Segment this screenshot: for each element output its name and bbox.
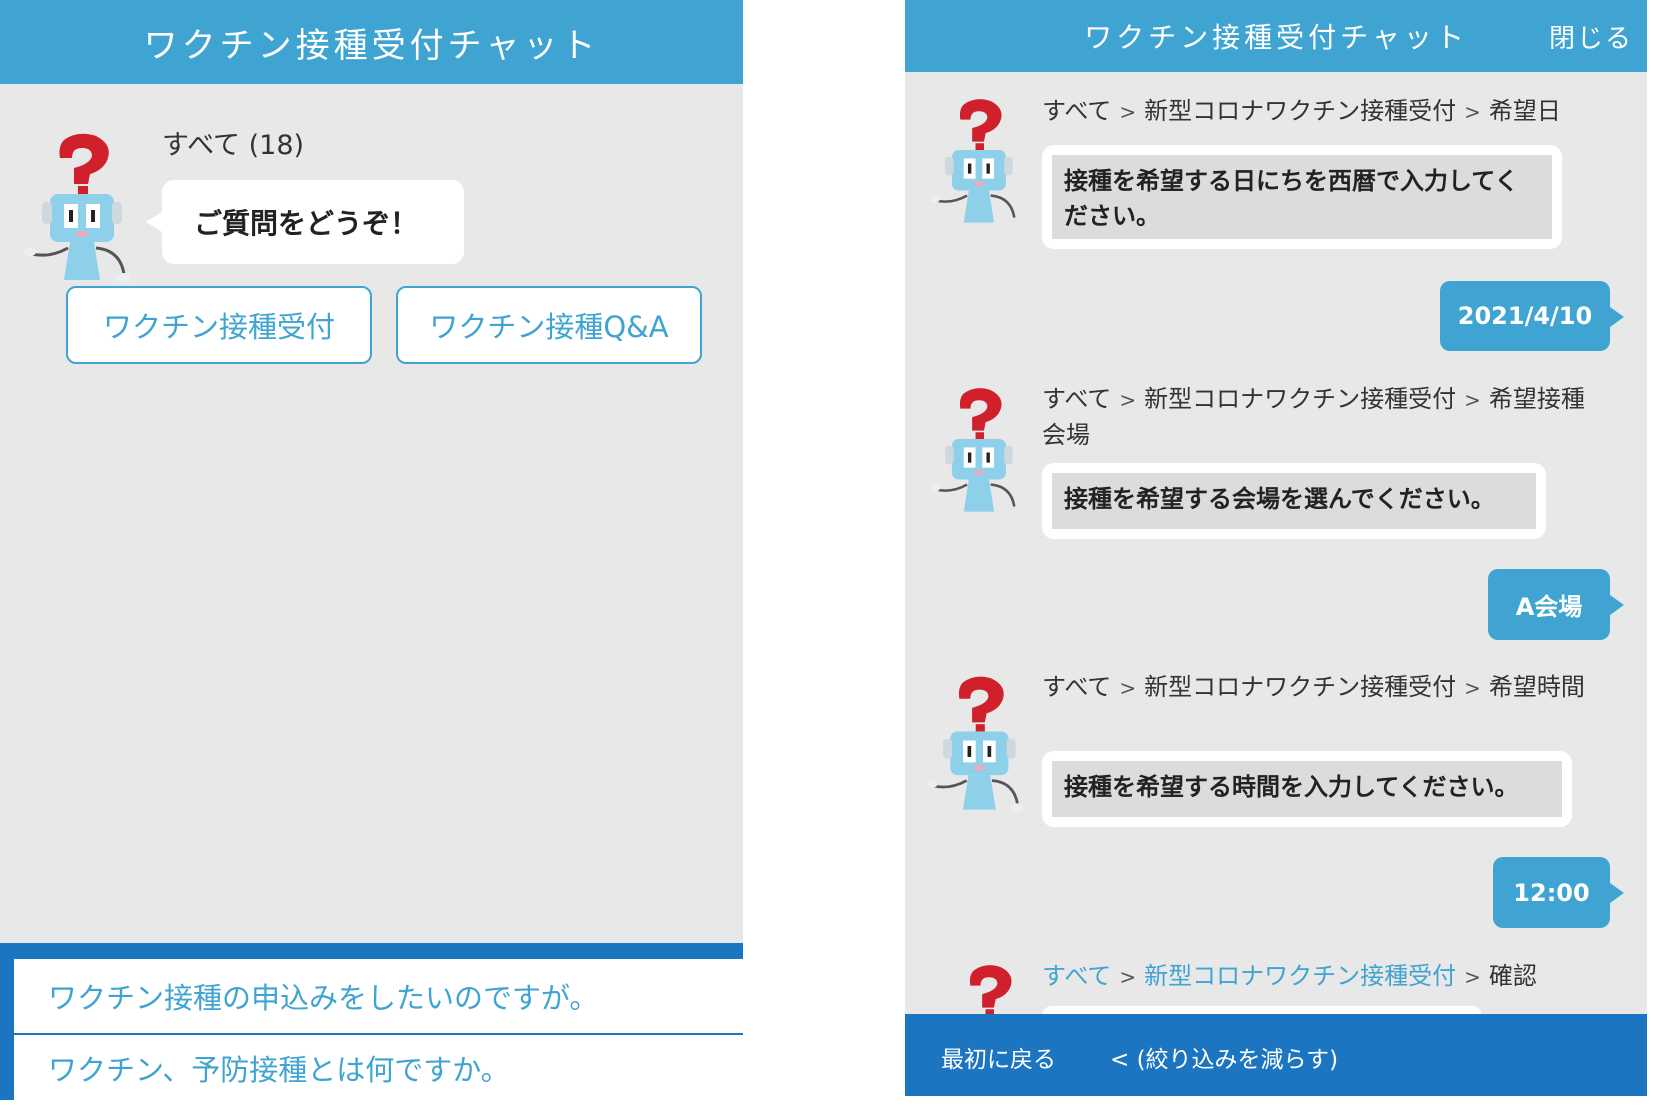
mascot-icon [929, 99, 1016, 223]
category-label: すべて (18) [162, 130, 305, 161]
breadcrumb: すべて > 新型コロナワクチン接種受付 > 確認 [1042, 962, 1537, 990]
bot-message-text: 接種を希望する時間を入力してください。 [1052, 761, 1562, 817]
close-button[interactable]: 閉じる [1549, 18, 1633, 55]
breadcrumb-link-all[interactable]: すべて [1042, 962, 1111, 990]
breadcrumb: すべて > 新型コロナワクチン接種受付 > 希望接種会場 [1042, 385, 1585, 449]
chat-title: ワクチン接種受付チャット [143, 25, 600, 66]
back-to-start-button[interactable]: 最初に戻る [941, 1040, 1056, 1074]
chat-panel-conversation: ワクチン接種受付チャット 閉じる すべて > 新型コロナワクチン接種受付 > 希望日 接… [905, 0, 1647, 1096]
user-reply: A会場 [1488, 569, 1624, 640]
breadcrumb: すべて > 新型コロナワクチン接種受付 > 希望日 [1042, 97, 1561, 125]
breadcrumb: すべて > 新型コロナワクチン接種受付 > 希望時間 [1042, 673, 1585, 701]
mascot-icon [926, 676, 1023, 813]
bot-message-text: 接種を希望する日にちを西暦で入力してください。 [1052, 155, 1552, 239]
bot-message: 接種を希望する時間を入力してください。 [1042, 751, 1572, 827]
suggestion-list: ワクチン接種の申込みをしたいのですが。 ワクチン、予防接種とは何ですか。 [0, 943, 743, 1100]
chat-panel-initial: ワクチン接種受付チャット すべて (18) ご質問をどうぞ！ ワクチン接種受付 … [0, 0, 743, 1100]
bot-message-text: 接種を希望する会場を選んでください。 [1052, 473, 1536, 529]
user-reply: 2021/4/10 [1440, 281, 1624, 351]
breadcrumb-link-category[interactable]: 新型コロナワクチン接種受付 [1144, 962, 1456, 990]
narrow-less-button[interactable]: < (絞り込みを減らす) [1110, 1040, 1338, 1074]
bot-message: 接種を希望する日にちを西暦で入力してください。 [1042, 145, 1562, 249]
chat-title-bar: ワクチン接種受付チャット 閉じる [905, 0, 1647, 72]
mascot-icon [24, 133, 130, 283]
mascot-icon [929, 388, 1016, 512]
suggestion-item[interactable]: ワクチン接種の申込みをしたいのですが。 [14, 959, 743, 1033]
bot-greeting-bubble: ご質問をどうぞ！ [146, 180, 464, 264]
chat-title-bar: ワクチン接種受付チャット [0, 0, 743, 84]
bot-greeting-text: ご質問をどうぞ！ [194, 207, 419, 240]
user-reply: 12:00 [1493, 857, 1624, 928]
footer-bar: 最初に戻る < (絞り込みを減らす) [905, 1014, 1647, 1096]
bot-message: 接種を希望する会場を選んでください。 [1042, 463, 1546, 539]
suggestion-item[interactable]: ワクチン、予防接種とは何ですか。 [14, 1035, 743, 1100]
vaccine-reception-button[interactable]: ワクチン接種受付 [66, 286, 372, 364]
vaccine-qa-button[interactable]: ワクチン接種Q&A [396, 286, 702, 364]
chat-title: ワクチン接種受付チャット [1084, 21, 1468, 54]
